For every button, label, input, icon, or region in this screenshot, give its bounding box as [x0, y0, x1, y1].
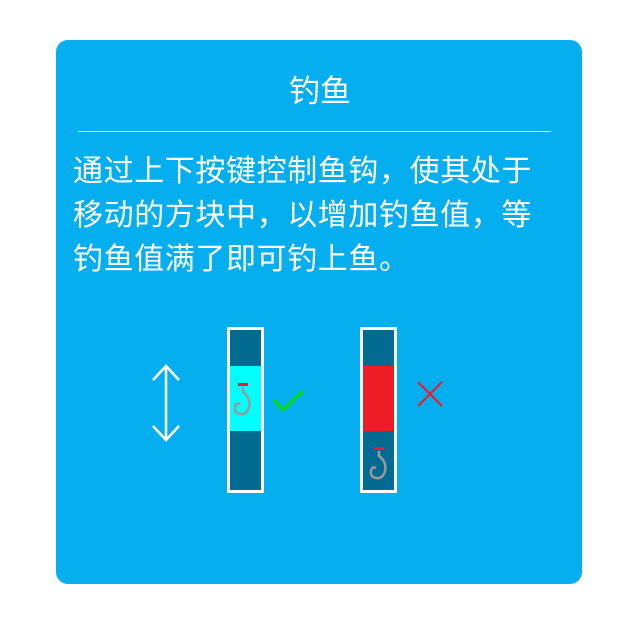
catch-zone	[363, 366, 394, 431]
hook-icon	[369, 447, 387, 480]
check-icon	[272, 389, 305, 413]
hook-icon	[233, 383, 251, 416]
cross-icon	[417, 381, 443, 407]
divider	[78, 131, 551, 132]
instructions: 通过上下按键控制鱼钩，使其处于 移动的方块中，以增加钓鱼值，等 钓鱼值满了即可钓…	[73, 150, 573, 282]
instructions-line: 钓鱼值满了即可钓上鱼。	[73, 242, 410, 277]
tutorial-card	[56, 40, 582, 584]
page-title: 钓鱼	[289, 74, 351, 110]
instructions-line: 通过上下按键控制鱼钩，使其处于	[73, 154, 532, 189]
instructions-line: 移动的方块中，以增加钓鱼值，等	[73, 198, 532, 233]
up-down-arrow-icon	[152, 364, 180, 442]
